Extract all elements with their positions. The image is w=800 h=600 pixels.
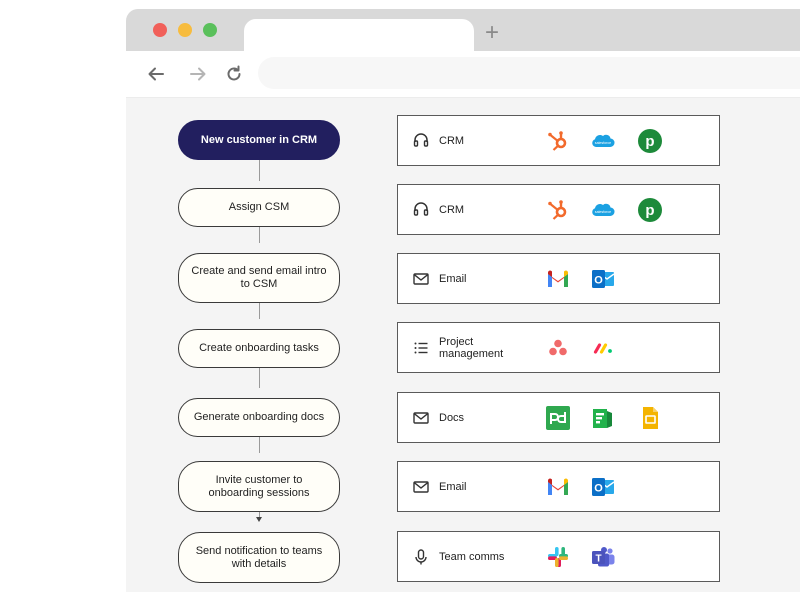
- workflow-step[interactable]: Send notification to teams with details: [178, 532, 340, 583]
- gmail-logo: [545, 266, 571, 292]
- pipedrive-logo: p: [637, 197, 663, 223]
- svg-text:p: p: [645, 133, 654, 150]
- outlook-logo: O: [590, 474, 616, 500]
- microsoft-teams-logo: T: [590, 544, 616, 570]
- minimize-window-button[interactable]: [178, 23, 192, 37]
- headset-icon: [412, 201, 430, 219]
- monday-logo: [590, 335, 616, 361]
- svg-text:p: p: [645, 202, 654, 219]
- workflow-canvas: New customer in CRM Assign CSM Create an…: [126, 98, 800, 592]
- envelope-icon: [412, 270, 430, 288]
- formstack-logo: [590, 405, 616, 431]
- tool-card-docs[interactable]: Docs: [397, 392, 720, 443]
- tool-card-email[interactable]: Email O: [397, 461, 720, 512]
- tool-category-label: Email: [439, 272, 467, 285]
- svg-text:O: O: [594, 483, 603, 495]
- pandadoc-logo: [545, 405, 571, 431]
- workflow-step[interactable]: Create onboarding tasks: [178, 329, 340, 368]
- microphone-icon: [412, 548, 430, 566]
- address-bar[interactable]: [258, 57, 800, 89]
- svg-text:salesforce: salesforce: [595, 141, 611, 145]
- new-tab-button[interactable]: +: [482, 21, 502, 45]
- workflow-step[interactable]: Create and send email intro to CSM: [178, 253, 340, 303]
- maximize-window-button[interactable]: [203, 23, 217, 37]
- tool-card-project-management[interactable]: Project management: [397, 322, 720, 373]
- browser-window: + New customer in CRM Assign CSM Create …: [126, 9, 800, 592]
- arrowhead-icon: [256, 517, 262, 522]
- svg-text:T: T: [595, 554, 601, 565]
- reload-icon[interactable]: [224, 64, 244, 84]
- slack-logo: [545, 544, 571, 570]
- list-icon: [412, 339, 430, 357]
- hubspot-logo: [545, 128, 571, 154]
- navigation-bar: [126, 51, 800, 98]
- pipedrive-logo: p: [637, 128, 663, 154]
- tool-category-label: Email: [439, 480, 467, 493]
- workflow-step[interactable]: Invite customer to onboarding sessions: [178, 461, 340, 512]
- envelope-icon: [412, 478, 430, 496]
- workflow-step[interactable]: Assign CSM: [178, 188, 340, 227]
- gmail-logo: [545, 474, 571, 500]
- close-window-button[interactable]: [153, 23, 167, 37]
- salesforce-logo: salesforce: [590, 128, 616, 154]
- browser-tab[interactable]: [244, 19, 474, 51]
- workflow-step[interactable]: Generate onboarding docs: [178, 398, 340, 437]
- tool-card-email[interactable]: Email O: [397, 253, 720, 304]
- tool-category-label: Team comms: [439, 550, 505, 563]
- headset-icon: [412, 132, 430, 150]
- tool-card-crm[interactable]: CRM salesforce p: [397, 115, 720, 166]
- envelope-icon: [412, 409, 430, 427]
- salesforce-logo: salesforce: [590, 197, 616, 223]
- back-arrow-icon[interactable]: [146, 64, 166, 84]
- forward-arrow-icon[interactable]: [188, 64, 208, 84]
- hubspot-logo: [545, 197, 571, 223]
- tool-card-team-comms[interactable]: Team comms T: [397, 531, 720, 582]
- title-bar: +: [126, 9, 800, 51]
- svg-text:salesforce: salesforce: [595, 210, 611, 214]
- tool-category-label: Project management: [439, 335, 504, 360]
- svg-text:O: O: [594, 275, 603, 287]
- outlook-logo: O: [590, 266, 616, 292]
- tool-category-label: Docs: [439, 411, 465, 424]
- tool-category-label: CRM: [439, 134, 465, 147]
- workflow-step-trigger[interactable]: New customer in CRM: [178, 120, 340, 160]
- asana-logo: [545, 335, 571, 361]
- tool-card-crm[interactable]: CRM salesforce p: [397, 184, 720, 235]
- google-slides-logo: [637, 405, 663, 431]
- tool-category-label: CRM: [439, 203, 465, 216]
